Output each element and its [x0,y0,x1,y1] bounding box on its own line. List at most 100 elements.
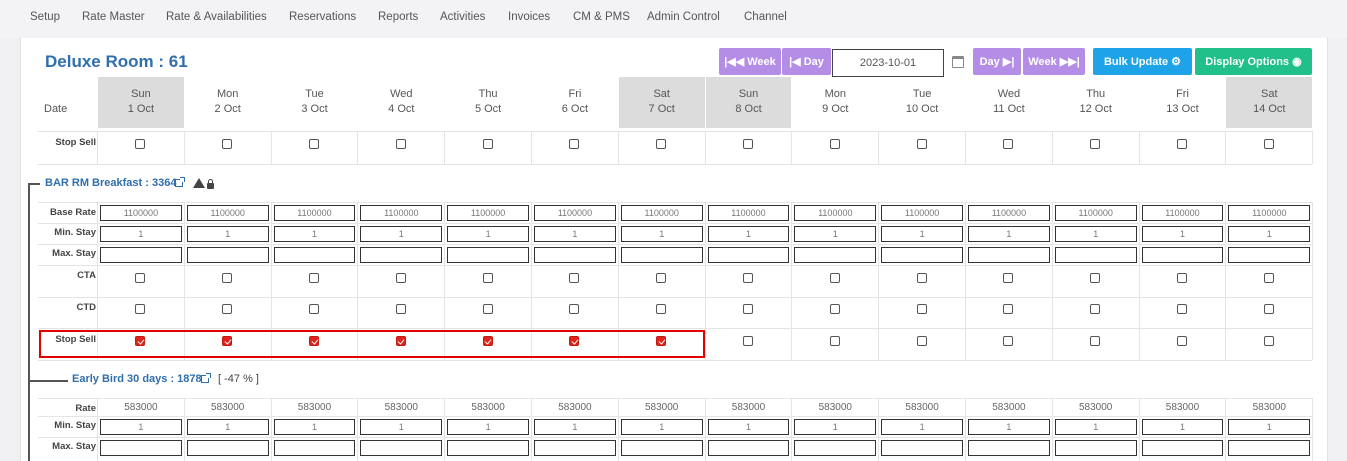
external-link-icon[interactable] [201,373,211,383]
checkbox[interactable] [1090,304,1101,314]
nav-item-rate-master[interactable]: Rate Master [82,11,145,23]
checkbox[interactable] [482,139,493,149]
max-stay-input[interactable] [1141,440,1224,456]
checkbox[interactable] [395,273,406,283]
max-stay-input[interactable] [707,247,790,263]
min-stay-input[interactable]: 1 [881,226,963,242]
min-stay-input[interactable]: 1 [1141,226,1224,242]
checkbox[interactable] [1263,139,1274,149]
checkbox[interactable] [743,273,753,283]
checkbox[interactable] [135,304,146,314]
min-stay-input[interactable]: 1 [1228,419,1311,435]
plan-title-bar-rm-breakfast[interactable]: BAR RM Breakfast : 3364 [45,177,176,189]
bulk-update-button[interactable]: Bulk Update ⚙ [1093,48,1192,75]
min-stay-input[interactable]: 1 [968,226,1050,242]
min-stay-input[interactable]: 1 [273,226,356,242]
min-stay-input[interactable]: 1 [707,419,790,435]
min-stay-input[interactable]: 1 [100,419,182,435]
prev-week-button[interactable]: |◀◀ Week [719,48,781,75]
max-stay-input[interactable] [968,247,1050,263]
min-stay-input[interactable]: 1 [447,226,529,242]
nav-item-reservations[interactable]: Reservations [289,11,356,23]
base-rate-input[interactable]: 1100000 [881,205,963,221]
max-stay-input[interactable] [968,440,1050,456]
min-stay-input[interactable]: 1 [273,419,356,435]
max-stay-input[interactable] [273,440,356,456]
checkbox[interactable] [222,304,233,314]
checkbox[interactable] [482,304,493,314]
max-stay-input[interactable] [1054,440,1137,456]
min-stay-input[interactable]: 1 [1228,226,1311,242]
min-stay-input[interactable]: 1 [1054,226,1137,242]
nav-item-activities[interactable]: Activities [440,11,485,23]
checkbox[interactable] [309,273,319,283]
max-stay-input[interactable] [881,440,963,456]
checkbox[interactable] [743,336,753,346]
checkbox[interactable] [135,273,146,283]
nav-item-cm-pms[interactable]: CM & PMS [573,11,630,23]
base-rate-input[interactable]: 1100000 [534,205,616,221]
max-stay-input[interactable] [100,440,182,456]
checkbox[interactable] [1263,336,1274,346]
checkbox[interactable] [1090,139,1101,149]
checkbox[interactable] [309,304,319,314]
min-stay-input[interactable]: 1 [534,226,616,242]
max-stay-input[interactable] [707,440,790,456]
max-stay-input[interactable] [881,247,963,263]
checkbox[interactable] [569,139,580,149]
plan-title-early-bird[interactable]: Early Bird 30 days : 1878 [72,373,202,385]
checkbox[interactable] [829,139,840,149]
checkbox[interactable] [916,139,927,149]
prev-day-button[interactable]: |◀ Day [782,48,831,75]
base-rate-input[interactable]: 1100000 [273,205,356,221]
checkbox[interactable] [1090,336,1101,346]
checkbox[interactable] [482,273,493,283]
checkbox[interactable] [569,273,580,283]
base-rate-input[interactable]: 1100000 [186,205,269,221]
min-stay-input[interactable]: 1 [186,226,269,242]
max-stay-input[interactable] [1054,247,1137,263]
max-stay-input[interactable] [794,440,877,456]
calendar-icon[interactable] [952,56,964,68]
checkbox[interactable] [395,139,406,149]
max-stay-input[interactable] [100,247,182,263]
max-stay-input[interactable] [360,440,443,456]
max-stay-input[interactable] [620,440,703,456]
min-stay-input[interactable]: 1 [794,419,877,435]
base-rate-input[interactable]: 1100000 [447,205,529,221]
min-stay-input[interactable]: 1 [620,419,703,435]
checkbox[interactable] [1177,139,1187,149]
base-rate-input[interactable]: 1100000 [1054,205,1137,221]
nav-item-rate-availabilities[interactable]: Rate & Availabilities [166,11,267,23]
min-stay-input[interactable]: 1 [1141,419,1224,435]
min-stay-input[interactable]: 1 [620,226,703,242]
checkbox[interactable] [1003,139,1014,149]
checkbox[interactable] [569,304,580,314]
checkbox[interactable] [829,336,840,346]
checkbox[interactable] [1003,273,1014,283]
max-stay-input[interactable] [360,247,443,263]
base-rate-input[interactable]: 1100000 [360,205,443,221]
checkbox[interactable] [743,139,753,149]
checkbox[interactable] [309,139,319,149]
checkbox[interactable] [916,273,927,283]
checkbox[interactable] [656,304,667,314]
base-rate-input[interactable]: 1100000 [1141,205,1224,221]
max-stay-input[interactable] [534,440,616,456]
max-stay-input[interactable] [534,247,616,263]
min-stay-input[interactable]: 1 [881,419,963,435]
min-stay-input[interactable]: 1 [360,419,443,435]
max-stay-input[interactable] [620,247,703,263]
min-stay-input[interactable]: 1 [707,226,790,242]
checkbox[interactable] [222,139,233,149]
max-stay-input[interactable] [1228,247,1311,263]
min-stay-input[interactable]: 1 [534,419,616,435]
checkbox[interactable] [395,304,406,314]
checkbox[interactable] [1263,273,1274,283]
min-stay-input[interactable]: 1 [186,419,269,435]
checkbox[interactable] [656,139,667,149]
checkbox[interactable] [829,304,840,314]
nav-item-admin-control[interactable]: Admin Control [647,11,720,23]
base-rate-input[interactable]: 1100000 [1228,205,1311,221]
max-stay-input[interactable] [447,247,529,263]
